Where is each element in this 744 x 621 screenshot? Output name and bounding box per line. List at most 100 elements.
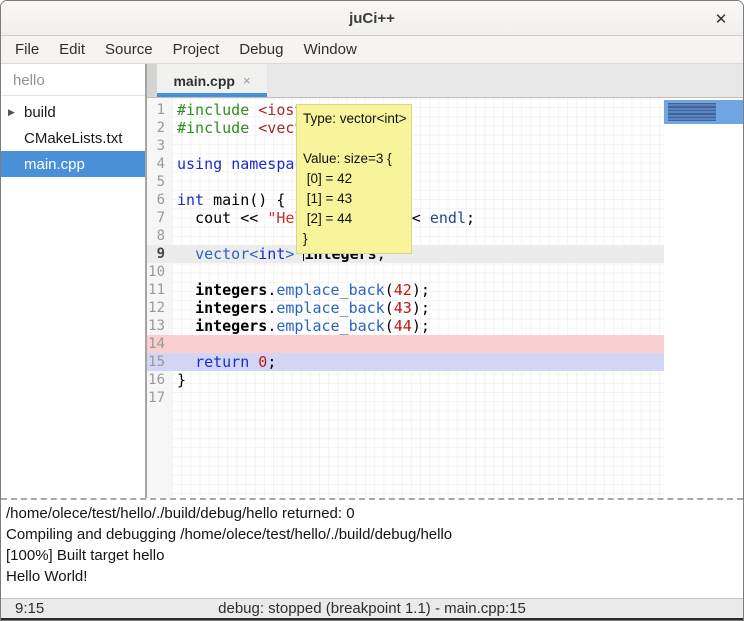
code-line-15[interactable]: 15 return 0; — [147, 353, 664, 371]
code-segment: emplace_back — [276, 281, 384, 299]
menu-item-edit[interactable]: Edit — [49, 37, 95, 62]
tab-bar: main.cpp × — [147, 64, 743, 98]
tooltip-line: [0] = 42 — [303, 169, 405, 189]
line-number[interactable]: 5 — [147, 173, 172, 191]
tree-item-main-cpp[interactable]: main.cpp — [1, 151, 145, 177]
line-text — [172, 137, 177, 155]
code-segment: cout << — [177, 209, 267, 227]
code-segment: endl — [430, 209, 466, 227]
editor-column: main.cpp × 1#include <iostream>2#include… — [147, 64, 743, 498]
code-segment: < — [249, 245, 258, 263]
line-number[interactable]: 12 — [147, 299, 172, 317]
minimap-code-marks — [668, 103, 716, 121]
line-number[interactable]: 17 — [147, 389, 172, 407]
line-number[interactable]: 1 — [147, 101, 172, 119]
code-segment — [177, 281, 195, 299]
line-number[interactable]: 14 — [147, 335, 172, 353]
code-segment: ; — [466, 209, 475, 227]
debug-status-label: debug: stopped (breakpoint 1.1) - main.c… — [218, 600, 526, 617]
code-segment: int — [177, 191, 204, 209]
menu-item-file[interactable]: File — [5, 37, 49, 62]
minimap-slider[interactable] — [664, 100, 743, 124]
terminal-output[interactable]: /home/olece/test/hello/./build/debug/hel… — [1, 498, 743, 598]
window-title: juCi++ — [349, 10, 395, 27]
code-segment: ( — [385, 317, 394, 335]
line-number[interactable]: 4 — [147, 155, 172, 173]
code-line-16[interactable]: 16} — [147, 371, 664, 389]
line-number[interactable]: 16 — [147, 371, 172, 389]
line-number[interactable]: 8 — [147, 227, 172, 245]
code-segment: . — [267, 317, 276, 335]
minimap[interactable] — [664, 98, 743, 498]
code-line-10[interactable]: 10 — [147, 263, 664, 281]
code-segment — [177, 299, 195, 317]
code-line-13[interactable]: 13 integers.emplace_back(44); — [147, 317, 664, 335]
line-text: integers.emplace_back(44); — [172, 317, 430, 335]
menu-item-project[interactable]: Project — [163, 37, 230, 62]
close-icon[interactable]: ✕ — [711, 9, 731, 29]
line-number[interactable]: 15 — [147, 353, 172, 371]
terminal-line: /home/olece/test/hello/./build/debug/hel… — [6, 503, 738, 524]
menu-item-debug[interactable]: Debug — [229, 37, 293, 62]
tree-item-label: CMakeLists.txt — [24, 130, 122, 147]
line-number[interactable]: 6 — [147, 191, 172, 209]
line-text: } — [172, 371, 186, 389]
code-segment: integers — [195, 281, 267, 299]
code-segment: . — [267, 299, 276, 317]
expander-icon[interactable]: ▶ — [8, 107, 24, 118]
line-text — [172, 263, 177, 281]
code-segment: ); — [412, 299, 430, 317]
line-number[interactable]: 7 — [147, 209, 172, 227]
code-line-11[interactable]: 11 integers.emplace_back(42); — [147, 281, 664, 299]
line-number[interactable]: 9 — [147, 245, 172, 263]
title-bar: juCi++ ✕ — [1, 1, 743, 36]
code-segment: #include — [177, 119, 258, 137]
file-tree-panel: hello ▶buildCMakeLists.txtmain.cpp — [1, 64, 147, 498]
code-segment: return — [195, 353, 249, 371]
line-text — [172, 389, 177, 407]
tooltip-line: } — [303, 229, 405, 249]
menu-item-source[interactable]: Source — [95, 37, 163, 62]
line-number[interactable]: 10 — [147, 263, 172, 281]
status-bar: 9:15 debug: stopped (breakpoint 1.1) - m… — [1, 598, 743, 618]
code-segment: ( — [385, 299, 394, 317]
tree-item-cmakelists-txt[interactable]: CMakeLists.txt — [1, 125, 145, 151]
code-segment: vector — [195, 245, 249, 263]
line-text: int main() { — [172, 191, 285, 209]
code-segment: ); — [412, 281, 430, 299]
code-segment — [177, 317, 195, 335]
tooltip-line: [2] = 44 — [303, 209, 405, 229]
tooltip-line: [1] = 43 — [303, 189, 405, 209]
code-segment — [177, 353, 195, 371]
menu-item-window[interactable]: Window — [293, 37, 366, 62]
code-segment: 44 — [394, 317, 412, 335]
line-number[interactable]: 2 — [147, 119, 172, 137]
code-line-14[interactable]: 14 — [147, 335, 664, 353]
code-segment: emplace_back — [276, 317, 384, 335]
tree-item-build[interactable]: ▶build — [1, 99, 145, 125]
code-segment: using — [177, 155, 222, 173]
code-segment: 42 — [394, 281, 412, 299]
code-line-12[interactable]: 12 integers.emplace_back(43); — [147, 299, 664, 317]
debug-value-tooltip: Type: vector<int> Value: size=3 { [0] = … — [296, 104, 412, 254]
code-segment: int — [258, 245, 285, 263]
code-editor[interactable]: 1#include <iostream>2#include <vector>34… — [147, 98, 743, 498]
tab-close-icon[interactable]: × — [243, 73, 251, 88]
line-number[interactable]: 11 — [147, 281, 172, 299]
tab-main-cpp[interactable]: main.cpp × — [157, 64, 267, 97]
code-segment: ); — [412, 317, 430, 335]
line-text — [172, 227, 177, 245]
tree-item-label: build — [24, 104, 56, 121]
code-segment — [249, 353, 258, 371]
line-text: return 0; — [172, 353, 276, 371]
line-number[interactable]: 3 — [147, 137, 172, 155]
tooltip-line: Value: size=3 { — [303, 149, 405, 169]
terminal-line: [100%] Built target hello — [6, 545, 738, 566]
tab-bar-notch — [147, 64, 157, 97]
terminal-line: Hello World! — [6, 566, 738, 587]
code-line-17[interactable]: 17 — [147, 389, 664, 407]
line-number[interactable]: 13 — [147, 317, 172, 335]
code-segment: 43 — [394, 299, 412, 317]
line-text — [172, 173, 177, 191]
line-text: integers.emplace_back(42); — [172, 281, 430, 299]
